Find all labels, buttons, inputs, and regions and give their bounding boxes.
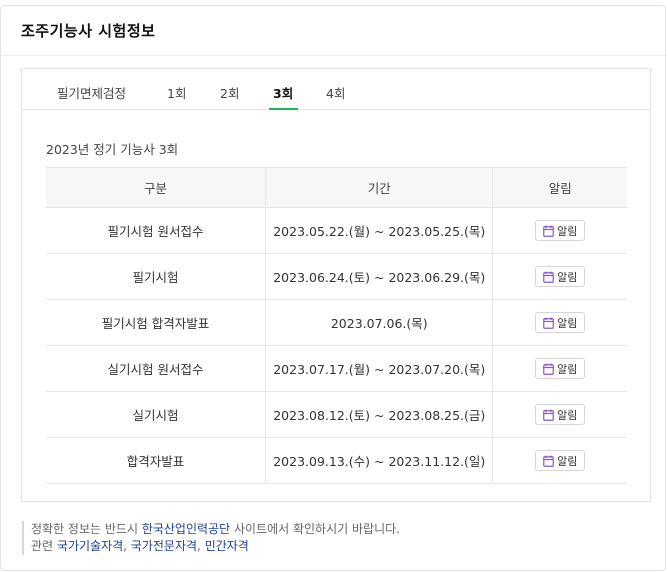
row-category: 필기시험 합격자발표	[46, 299, 267, 346]
table-row: 합격자발표 2023.09.13.(수) ~ 2023.11.12.(일) 알림	[46, 437, 627, 484]
table-row: 실기시험 2023.08.12.(토) ~ 2023.08.25.(금) 알림	[46, 391, 627, 438]
row-category: 필기시험	[46, 253, 267, 300]
alarm-button[interactable]: 알림	[535, 220, 586, 241]
row-category: 합격자발표	[46, 437, 267, 484]
row-period: 2023.06.24.(토) ~ 2023.06.29.(목)	[265, 253, 494, 300]
schedule-panel: 필기면제검정 1회 2회 3회 4회 2023년 정기 기능사 3회 구분 기간…	[21, 68, 651, 502]
comma-separator: ,	[197, 539, 205, 553]
row-alarm-cell: 알림	[492, 253, 627, 300]
notice-line-1: 정확한 정보는 반드시 한국산업인력공단 사이트에서 확인하시기 바랍니다.	[31, 521, 400, 538]
row-alarm-cell: 알림	[492, 207, 627, 254]
alarm-label: 알림	[557, 408, 578, 422]
calendar-icon	[543, 225, 554, 237]
alarm-label: 알림	[557, 224, 578, 238]
hrdkorea-link[interactable]: 한국산업인력공단	[142, 522, 230, 536]
column-header-period: 기간	[265, 167, 494, 208]
notice-footer: 정확한 정보는 반드시 한국산업인력공단 사이트에서 확인하시기 바랍니다. 관…	[22, 521, 400, 555]
row-category: 실기시험	[46, 391, 267, 438]
alarm-button[interactable]: 알림	[535, 404, 586, 425]
calendar-icon	[543, 455, 554, 467]
private-cert-link[interactable]: 민간자격	[205, 539, 249, 553]
row-period: 2023.07.17.(월) ~ 2023.07.20.(목)	[265, 345, 494, 392]
row-alarm-cell: 알림	[492, 345, 627, 392]
row-category: 실기시험 원서접수	[46, 345, 267, 392]
round-tabs: 필기면제검정 1회 2회 3회 4회	[22, 69, 650, 110]
alarm-button[interactable]: 알림	[535, 266, 586, 287]
row-alarm-cell: 알림	[492, 299, 627, 346]
table-header-row: 구분 기간 알림	[46, 167, 627, 208]
national-tech-cert-link[interactable]: 국가기술자격	[57, 539, 123, 553]
table-row: 실기시험 원서접수 2023.07.17.(월) ~ 2023.07.20.(목)…	[46, 345, 627, 392]
alarm-label: 알림	[557, 270, 578, 284]
comma-separator: ,	[123, 539, 131, 553]
tab-round-3[interactable]: 3회	[273, 83, 293, 110]
row-period: 2023.07.06.(목)	[265, 299, 494, 346]
table-row: 필기시험 합격자발표 2023.07.06.(목) 알림	[46, 299, 627, 346]
tab-round-2[interactable]: 2회	[220, 83, 239, 110]
related-label: 관련	[31, 539, 57, 553]
alarm-button[interactable]: 알림	[535, 312, 586, 333]
page-title: 조주기능사 시험정보	[21, 22, 156, 40]
table-row: 필기시험 원서접수 2023.05.22.(월) ~ 2023.05.25.(목)…	[46, 207, 627, 254]
tab-round-1[interactable]: 1회	[167, 83, 186, 110]
calendar-icon	[543, 317, 554, 329]
calendar-icon	[543, 271, 554, 283]
tab-written-exemption[interactable]: 필기면제검정	[57, 83, 126, 110]
tab-round-4[interactable]: 4회	[326, 83, 345, 110]
row-alarm-cell: 알림	[492, 437, 627, 484]
row-period: 2023.05.22.(월) ~ 2023.05.25.(목)	[265, 207, 494, 254]
row-alarm-cell: 알림	[492, 391, 627, 438]
column-header-category: 구분	[46, 167, 267, 208]
row-category: 필기시험 원서접수	[46, 207, 267, 254]
national-prof-cert-link[interactable]: 국가전문자격	[131, 539, 197, 553]
card-header: 조주기능사 시험정보	[1, 6, 665, 56]
notice-line-2: 관련 국가기술자격, 국가전문자격, 민간자격	[31, 538, 400, 555]
schedule-table: 구분 기간 알림 필기시험 원서접수 2023.05.22.(월) ~ 2023.…	[46, 167, 627, 484]
alarm-label: 알림	[557, 454, 578, 468]
calendar-icon	[543, 363, 554, 375]
notice-text: 정확한 정보는 반드시	[31, 522, 142, 536]
notice-text-suffix: 사이트에서 확인하시기 바랍니다.	[230, 522, 400, 536]
column-header-alarm: 알림	[492, 167, 627, 208]
row-period: 2023.08.12.(토) ~ 2023.08.25.(금)	[265, 391, 494, 438]
alarm-button[interactable]: 알림	[535, 450, 586, 471]
calendar-icon	[543, 409, 554, 421]
alarm-label: 알림	[557, 316, 578, 330]
alarm-label: 알림	[557, 362, 578, 376]
schedule-subtitle: 2023년 정기 기능사 3회	[46, 142, 179, 157]
alarm-button[interactable]: 알림	[535, 358, 586, 379]
row-period: 2023.09.13.(수) ~ 2023.11.12.(일)	[265, 437, 494, 484]
active-tab-indicator	[269, 108, 298, 110]
table-row: 필기시험 2023.06.24.(토) ~ 2023.06.29.(목) 알림	[46, 253, 627, 300]
